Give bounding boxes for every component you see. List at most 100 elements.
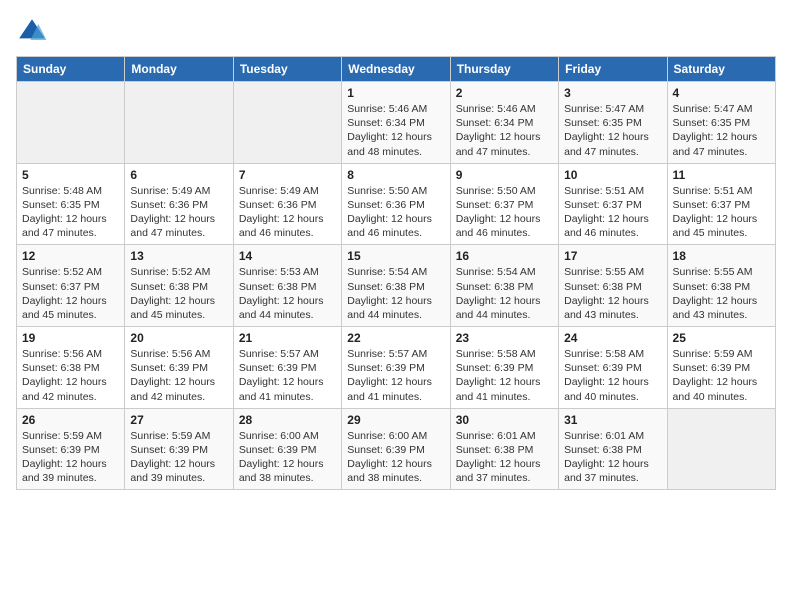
calendar-week-row: 19 Sunrise: 5:56 AM Sunset: 6:38 PM Dayl… <box>17 327 776 409</box>
day-info: Sunrise: 5:56 AM Sunset: 6:38 PM Dayligh… <box>22 347 119 404</box>
day-info: Sunrise: 5:50 AM Sunset: 6:36 PM Dayligh… <box>347 184 444 241</box>
day-number: 19 <box>22 331 119 345</box>
calendar-day-cell: 8 Sunrise: 5:50 AM Sunset: 6:36 PM Dayli… <box>342 163 450 245</box>
day-info: Sunrise: 5:57 AM Sunset: 6:39 PM Dayligh… <box>239 347 336 404</box>
weekday-header: Thursday <box>450 57 558 82</box>
day-number: 7 <box>239 168 336 182</box>
calendar-day-cell: 4 Sunrise: 5:47 AM Sunset: 6:35 PM Dayli… <box>667 82 775 164</box>
calendar-day-cell: 12 Sunrise: 5:52 AM Sunset: 6:37 PM Dayl… <box>17 245 125 327</box>
day-number: 1 <box>347 86 444 100</box>
calendar-day-cell: 14 Sunrise: 5:53 AM Sunset: 6:38 PM Dayl… <box>233 245 341 327</box>
weekday-header: Saturday <box>667 57 775 82</box>
calendar-day-cell: 2 Sunrise: 5:46 AM Sunset: 6:34 PM Dayli… <box>450 82 558 164</box>
day-number: 18 <box>673 249 770 263</box>
day-number: 23 <box>456 331 553 345</box>
calendar-day-cell: 3 Sunrise: 5:47 AM Sunset: 6:35 PM Dayli… <box>559 82 667 164</box>
day-info: Sunrise: 5:54 AM Sunset: 6:38 PM Dayligh… <box>347 265 444 322</box>
day-number: 2 <box>456 86 553 100</box>
weekday-header: Tuesday <box>233 57 341 82</box>
day-info: Sunrise: 5:53 AM Sunset: 6:38 PM Dayligh… <box>239 265 336 322</box>
calendar-day-cell: 13 Sunrise: 5:52 AM Sunset: 6:38 PM Dayl… <box>125 245 233 327</box>
day-info: Sunrise: 6:01 AM Sunset: 6:38 PM Dayligh… <box>456 429 553 486</box>
calendar-day-cell: 25 Sunrise: 5:59 AM Sunset: 6:39 PM Dayl… <box>667 327 775 409</box>
day-info: Sunrise: 5:52 AM Sunset: 6:37 PM Dayligh… <box>22 265 119 322</box>
day-number: 22 <box>347 331 444 345</box>
day-info: Sunrise: 6:00 AM Sunset: 6:39 PM Dayligh… <box>239 429 336 486</box>
day-info: Sunrise: 5:52 AM Sunset: 6:38 PM Dayligh… <box>130 265 227 322</box>
calendar-day-cell <box>233 82 341 164</box>
day-info: Sunrise: 5:55 AM Sunset: 6:38 PM Dayligh… <box>673 265 770 322</box>
day-number: 20 <box>130 331 227 345</box>
day-number: 28 <box>239 413 336 427</box>
day-info: Sunrise: 5:55 AM Sunset: 6:38 PM Dayligh… <box>564 265 661 322</box>
day-number: 16 <box>456 249 553 263</box>
calendar-day-cell: 6 Sunrise: 5:49 AM Sunset: 6:36 PM Dayli… <box>125 163 233 245</box>
day-info: Sunrise: 5:58 AM Sunset: 6:39 PM Dayligh… <box>564 347 661 404</box>
day-number: 3 <box>564 86 661 100</box>
calendar-day-cell: 30 Sunrise: 6:01 AM Sunset: 6:38 PM Dayl… <box>450 408 558 490</box>
calendar-day-cell: 22 Sunrise: 5:57 AM Sunset: 6:39 PM Dayl… <box>342 327 450 409</box>
day-number: 30 <box>456 413 553 427</box>
calendar-table: SundayMondayTuesdayWednesdayThursdayFrid… <box>16 56 776 490</box>
weekday-header: Monday <box>125 57 233 82</box>
calendar-day-cell: 23 Sunrise: 5:58 AM Sunset: 6:39 PM Dayl… <box>450 327 558 409</box>
weekday-header: Wednesday <box>342 57 450 82</box>
calendar-day-cell: 7 Sunrise: 5:49 AM Sunset: 6:36 PM Dayli… <box>233 163 341 245</box>
day-number: 6 <box>130 168 227 182</box>
calendar-day-cell: 21 Sunrise: 5:57 AM Sunset: 6:39 PM Dayl… <box>233 327 341 409</box>
calendar-week-row: 12 Sunrise: 5:52 AM Sunset: 6:37 PM Dayl… <box>17 245 776 327</box>
calendar-day-cell: 19 Sunrise: 5:56 AM Sunset: 6:38 PM Dayl… <box>17 327 125 409</box>
day-info: Sunrise: 5:59 AM Sunset: 6:39 PM Dayligh… <box>130 429 227 486</box>
day-info: Sunrise: 5:47 AM Sunset: 6:35 PM Dayligh… <box>564 102 661 159</box>
day-info: Sunrise: 5:48 AM Sunset: 6:35 PM Dayligh… <box>22 184 119 241</box>
calendar-day-cell <box>17 82 125 164</box>
calendar-day-cell: 9 Sunrise: 5:50 AM Sunset: 6:37 PM Dayli… <box>450 163 558 245</box>
day-number: 5 <box>22 168 119 182</box>
day-info: Sunrise: 5:51 AM Sunset: 6:37 PM Dayligh… <box>673 184 770 241</box>
calendar-day-cell: 29 Sunrise: 6:00 AM Sunset: 6:39 PM Dayl… <box>342 408 450 490</box>
calendar-week-row: 1 Sunrise: 5:46 AM Sunset: 6:34 PM Dayli… <box>17 82 776 164</box>
calendar-day-cell: 1 Sunrise: 5:46 AM Sunset: 6:34 PM Dayli… <box>342 82 450 164</box>
weekday-header: Sunday <box>17 57 125 82</box>
calendar-day-cell: 18 Sunrise: 5:55 AM Sunset: 6:38 PM Dayl… <box>667 245 775 327</box>
calendar-day-cell: 26 Sunrise: 5:59 AM Sunset: 6:39 PM Dayl… <box>17 408 125 490</box>
day-number: 31 <box>564 413 661 427</box>
day-info: Sunrise: 5:50 AM Sunset: 6:37 PM Dayligh… <box>456 184 553 241</box>
day-info: Sunrise: 5:46 AM Sunset: 6:34 PM Dayligh… <box>456 102 553 159</box>
day-info: Sunrise: 5:57 AM Sunset: 6:39 PM Dayligh… <box>347 347 444 404</box>
calendar-day-cell: 27 Sunrise: 5:59 AM Sunset: 6:39 PM Dayl… <box>125 408 233 490</box>
calendar-day-cell: 16 Sunrise: 5:54 AM Sunset: 6:38 PM Dayl… <box>450 245 558 327</box>
day-number: 8 <box>347 168 444 182</box>
calendar-day-cell: 11 Sunrise: 5:51 AM Sunset: 6:37 PM Dayl… <box>667 163 775 245</box>
logo <box>16 16 52 48</box>
day-info: Sunrise: 5:58 AM Sunset: 6:39 PM Dayligh… <box>456 347 553 404</box>
day-number: 9 <box>456 168 553 182</box>
day-number: 21 <box>239 331 336 345</box>
day-info: Sunrise: 5:51 AM Sunset: 6:37 PM Dayligh… <box>564 184 661 241</box>
day-number: 25 <box>673 331 770 345</box>
calendar-day-cell: 28 Sunrise: 6:00 AM Sunset: 6:39 PM Dayl… <box>233 408 341 490</box>
day-number: 15 <box>347 249 444 263</box>
day-info: Sunrise: 5:59 AM Sunset: 6:39 PM Dayligh… <box>673 347 770 404</box>
calendar-day-cell: 15 Sunrise: 5:54 AM Sunset: 6:38 PM Dayl… <box>342 245 450 327</box>
day-number: 4 <box>673 86 770 100</box>
calendar-day-cell: 20 Sunrise: 5:56 AM Sunset: 6:39 PM Dayl… <box>125 327 233 409</box>
weekday-header: Friday <box>559 57 667 82</box>
calendar-week-row: 5 Sunrise: 5:48 AM Sunset: 6:35 PM Dayli… <box>17 163 776 245</box>
day-info: Sunrise: 5:46 AM Sunset: 6:34 PM Dayligh… <box>347 102 444 159</box>
day-number: 12 <box>22 249 119 263</box>
page-header <box>16 16 776 48</box>
day-info: Sunrise: 6:01 AM Sunset: 6:38 PM Dayligh… <box>564 429 661 486</box>
day-number: 10 <box>564 168 661 182</box>
logo-icon <box>16 16 48 48</box>
day-info: Sunrise: 6:00 AM Sunset: 6:39 PM Dayligh… <box>347 429 444 486</box>
day-number: 13 <box>130 249 227 263</box>
day-number: 27 <box>130 413 227 427</box>
day-info: Sunrise: 5:49 AM Sunset: 6:36 PM Dayligh… <box>130 184 227 241</box>
calendar-header-row: SundayMondayTuesdayWednesdayThursdayFrid… <box>17 57 776 82</box>
calendar-day-cell: 31 Sunrise: 6:01 AM Sunset: 6:38 PM Dayl… <box>559 408 667 490</box>
day-info: Sunrise: 5:49 AM Sunset: 6:36 PM Dayligh… <box>239 184 336 241</box>
day-number: 14 <box>239 249 336 263</box>
day-info: Sunrise: 5:54 AM Sunset: 6:38 PM Dayligh… <box>456 265 553 322</box>
day-info: Sunrise: 5:47 AM Sunset: 6:35 PM Dayligh… <box>673 102 770 159</box>
